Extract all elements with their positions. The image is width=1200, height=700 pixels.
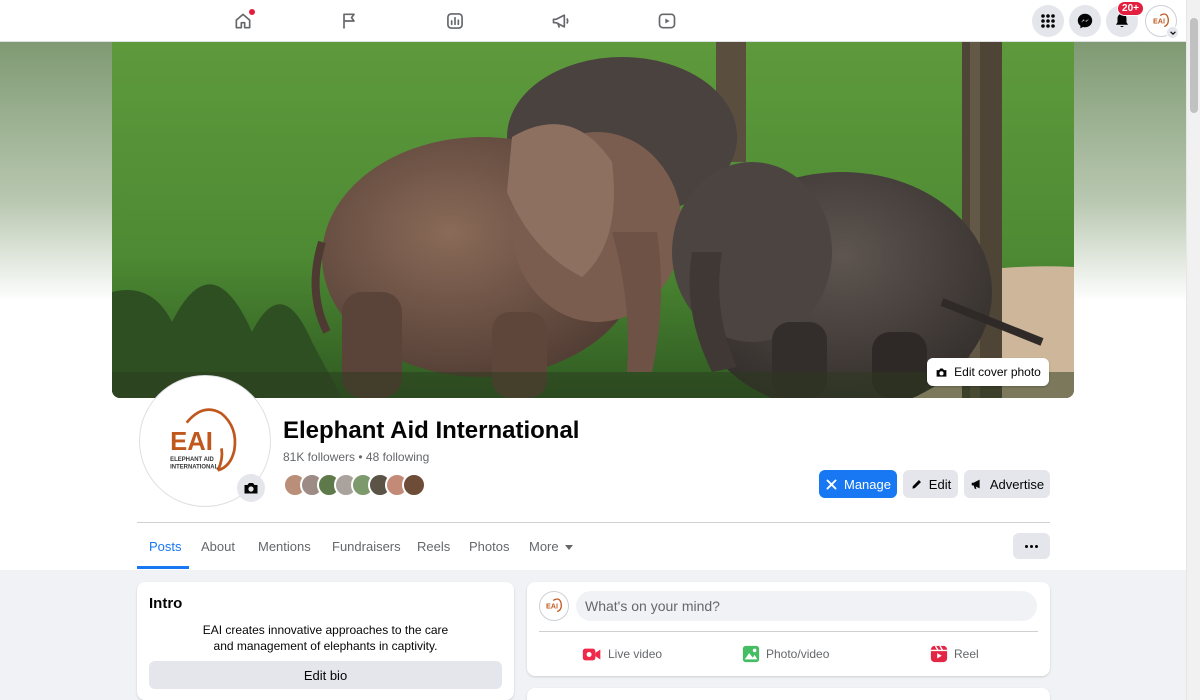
advertise-button[interactable]: Advertise — [964, 470, 1050, 498]
pencil-icon — [912, 479, 921, 489]
logo-subtext-1: ELEPHANT AID — [170, 457, 214, 463]
camera-icon — [244, 483, 258, 494]
logo-subtext-2: INTERNATIONAL — [170, 465, 218, 471]
svg-text:EAI: EAI — [546, 601, 558, 610]
scrollbar-thumb[interactable] — [1190, 18, 1198, 113]
megaphone-icon — [971, 479, 980, 490]
composer-input[interactable] — [576, 591, 1037, 621]
intro-bio: EAI creates innovative approaches to the… — [149, 622, 502, 654]
edit-button-label: Edit — [928, 476, 952, 492]
account-avatar[interactable]: EAI — [1145, 5, 1179, 39]
elephants-cover-image — [112, 42, 1074, 398]
photo-video-label: Photo/video — [766, 647, 830, 661]
more-options-button[interactable] — [1013, 533, 1050, 559]
chevron-down-icon — [1166, 26, 1179, 39]
photo-video-button[interactable]: Photo/video — [742, 642, 829, 666]
active-tab-indicator — [137, 566, 189, 569]
edit-cover-photo-label: Edit cover photo — [954, 365, 1041, 379]
video-icon[interactable] — [654, 8, 680, 34]
svg-text:EAI: EAI — [1153, 16, 1165, 25]
camera-icon — [936, 367, 947, 377]
follower-avatars — [283, 473, 426, 498]
page-scrollbar[interactable] — [1186, 0, 1200, 700]
cover-photo[interactable] — [112, 42, 1074, 398]
insights-icon[interactable] — [442, 8, 468, 34]
follower-avatar[interactable] — [402, 473, 426, 497]
header-divider — [137, 522, 1050, 523]
advertise-button-label: Advertise — [989, 476, 1045, 492]
messenger-icon[interactable] — [1069, 5, 1101, 37]
home-notification-dot — [249, 9, 255, 15]
post-composer: EAI Live video Photo/video Reel — [527, 582, 1050, 676]
tab-more-label: More — [529, 539, 559, 554]
tab-photos[interactable]: Photos — [469, 539, 509, 554]
intro-bio-line-2: and management of elephants in captivity… — [213, 639, 438, 653]
edit-bio-button[interactable]: Edit bio — [149, 661, 502, 689]
flag-icon[interactable] — [336, 8, 362, 34]
intro-bio-line-1: EAI creates innovative approaches to the… — [202, 623, 449, 637]
top-navigation-bar: 20+ EAI — [0, 0, 1186, 42]
tab-mentions[interactable]: Mentions — [258, 539, 311, 554]
composer-avatar[interactable]: EAI — [539, 591, 569, 621]
ellipsis-icon-dot — [1035, 544, 1038, 548]
logo-eai-text: EAI — [170, 428, 213, 456]
page-title: Elephant Aid International — [283, 417, 580, 444]
tab-reels[interactable]: Reels — [417, 539, 450, 554]
notifications-bell-icon[interactable]: 20+ — [1106, 1, 1144, 37]
composer-divider — [539, 631, 1038, 632]
reel-button[interactable]: Reel — [930, 642, 979, 666]
intro-title: Intro — [149, 595, 183, 612]
live-video-label: Live video — [608, 647, 663, 661]
intro-card: Intro EAI creates innovative approaches … — [137, 582, 514, 700]
manage-button-label: Manage — [844, 476, 891, 492]
reel-icon — [930, 645, 948, 663]
tab-about[interactable]: About — [201, 539, 235, 554]
home-icon[interactable] — [230, 8, 256, 34]
ellipsis-icon — [1025, 544, 1028, 548]
tab-fundraisers[interactable]: Fundraisers — [332, 539, 401, 554]
live-video-button[interactable]: Live video — [582, 642, 662, 666]
next-post-card — [527, 688, 1050, 700]
menu-grid-icon[interactable] — [1032, 5, 1064, 37]
update-profile-picture-button[interactable] — [237, 474, 265, 502]
photo-icon — [742, 645, 760, 663]
manage-tools-icon — [826, 479, 837, 489]
edit-cover-photo-button[interactable]: Edit cover photo — [927, 358, 1049, 386]
megaphone-icon[interactable] — [548, 8, 574, 34]
eai-logo-icon: EAI — [546, 598, 562, 613]
live-video-icon — [582, 648, 601, 660]
caret-down-icon — [564, 545, 573, 551]
manage-button[interactable]: Manage — [819, 470, 897, 498]
edit-button[interactable]: Edit — [903, 470, 958, 498]
reel-label: Reel — [954, 647, 979, 661]
follower-stats[interactable]: 81K followers • 48 following — [283, 450, 429, 464]
notifications-badge: 20+ — [1117, 1, 1144, 16]
tab-more[interactable]: More — [529, 539, 573, 554]
ellipsis-icon-dot — [1030, 544, 1033, 548]
tab-posts[interactable]: Posts — [149, 539, 182, 554]
